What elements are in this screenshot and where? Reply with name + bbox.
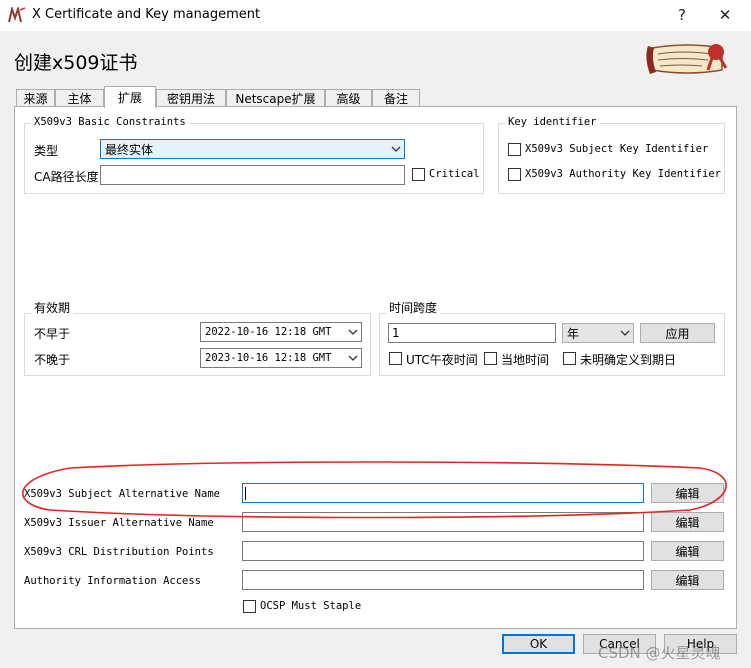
not-after-label: 不晚于 — [34, 353, 71, 367]
key-identifier-group — [498, 123, 725, 194]
ocsp-must-staple-label: OCSP Must Staple — [260, 600, 362, 612]
type-select-value: 最终实体 — [105, 142, 154, 157]
authority-key-identifier-checkbox[interactable] — [508, 168, 521, 181]
tab-extensions[interactable]: 扩展 — [104, 86, 156, 108]
not-before-select[interactable]: 2022-10-16 12:18 GMT — [200, 322, 362, 342]
subject-key-identifier-checkbox[interactable] — [508, 143, 521, 156]
chevron-down-icon — [388, 140, 404, 158]
ocsp-must-staple-checkbox[interactable] — [243, 600, 256, 613]
apply-button[interactable]: 应用 — [640, 323, 715, 343]
type-select[interactable]: 最终实体 — [100, 139, 405, 159]
tab-comment[interactable]: 备注 — [372, 89, 420, 107]
annotation-ellipse — [22, 461, 727, 519]
chevron-down-icon — [617, 324, 633, 342]
window-title: X Certificate and Key management — [32, 7, 261, 22]
utc-midnight-checkbox[interactable] — [389, 352, 402, 365]
title-bar: X Certificate and Key management ? ✕ — [0, 0, 751, 31]
not-after-select[interactable]: 2023-10-16 12:18 GMT — [200, 348, 362, 368]
no-expiry-checkbox[interactable] — [563, 352, 576, 365]
local-time-checkbox[interactable] — [484, 352, 497, 365]
time-range-unit-select[interactable]: 年 — [562, 323, 634, 343]
aia-input[interactable] — [242, 570, 644, 590]
local-time-label: 当地时间 — [501, 353, 550, 367]
not-before-value: 2022-10-16 12:18 GMT — [205, 326, 332, 338]
time-range-title: 时间跨度 — [386, 299, 441, 316]
time-range-amount-input[interactable]: 1 — [388, 323, 556, 343]
certificate-scroll-logo — [646, 44, 728, 74]
basic-constraints-title: X509v3 Basic Constraints — [31, 116, 189, 128]
aia-label: Authority Information Access — [24, 575, 202, 587]
critical-checkbox[interactable] — [412, 168, 425, 181]
critical-label: Critical — [429, 168, 480, 180]
not-after-value: 2023-10-16 12:18 GMT — [205, 352, 332, 364]
type-label: 类型 — [34, 144, 59, 158]
not-before-label: 不早于 — [34, 327, 71, 341]
help-icon[interactable]: ? — [662, 1, 702, 29]
chevron-down-icon — [345, 323, 361, 341]
validity-title: 有效期 — [31, 299, 74, 316]
tab-source[interactable]: 来源 — [16, 89, 55, 107]
no-expiry-label: 未明确定义到期日 — [580, 353, 677, 367]
crl-input[interactable] — [242, 541, 644, 561]
utc-midnight-label: UTC午夜时间 — [406, 353, 478, 367]
subject-key-identifier-label: X509v3 Subject Key Identifier — [525, 143, 709, 155]
tab-advanced[interactable]: 高级 — [325, 89, 372, 107]
ok-button[interactable]: OK — [502, 634, 575, 654]
tab-key-usage[interactable]: 密钥用法 — [156, 89, 226, 107]
close-icon[interactable]: ✕ — [705, 1, 745, 29]
crl-edit-button[interactable]: 编辑 — [651, 541, 724, 561]
authority-key-identifier-label: X509v3 Authority Key Identifier — [525, 168, 721, 180]
key-identifier-title: Key identifier — [505, 116, 600, 128]
ca-path-input[interactable] — [100, 165, 405, 185]
tab-subject[interactable]: 主体 — [55, 89, 104, 107]
tab-netscape[interactable]: Netscape扩展 — [226, 89, 325, 107]
watermark: CSDN @火星灵魂 — [598, 644, 721, 662]
aia-edit-button[interactable]: 编辑 — [651, 570, 724, 590]
time-range-unit-value: 年 — [567, 326, 580, 341]
xca-app-icon — [8, 7, 26, 23]
ca-path-label: CA路径长度 — [34, 170, 99, 184]
crl-label: X509v3 CRL Distribution Points — [24, 546, 214, 558]
dialog-title: 创建x509证书 — [14, 52, 138, 74]
chevron-down-icon — [345, 349, 361, 367]
